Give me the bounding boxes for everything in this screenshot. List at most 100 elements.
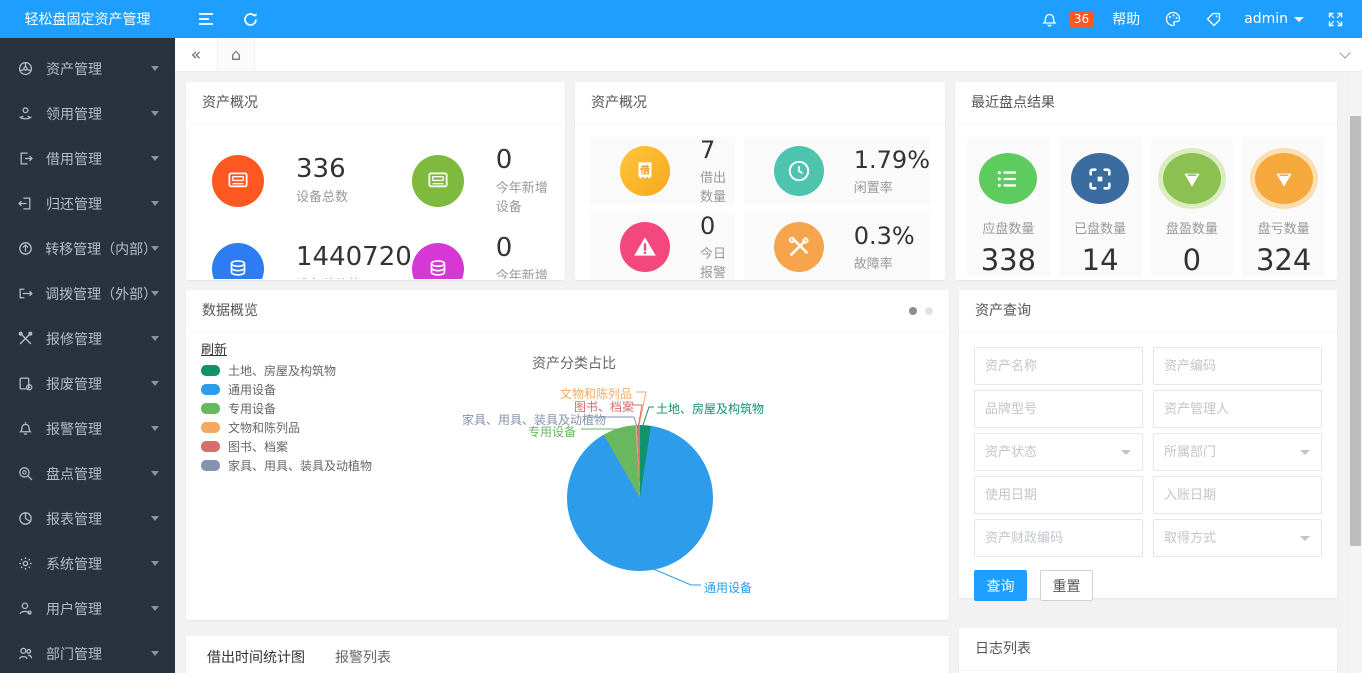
chevron-down-icon (151, 606, 159, 611)
legend-item[interactable]: 图书、档案 (201, 437, 372, 456)
sidebar-item-borrow-mgmt[interactable]: 借用管理 (0, 136, 175, 181)
sidebar-item-report-mgmt[interactable]: 报表管理 (0, 496, 175, 541)
stat-total-devices: 336设备总数 (212, 137, 412, 225)
coins-icon (412, 243, 464, 279)
carousel-dot-2[interactable] (925, 307, 933, 315)
field-asset-name (974, 347, 1143, 385)
stat-label: 故障率 (854, 253, 915, 272)
stat-label: 今日报警 (700, 243, 735, 281)
tag-icon[interactable] (1198, 0, 1228, 38)
fiscal-code-input[interactable] (974, 519, 1143, 557)
asset-code-input[interactable] (1153, 347, 1322, 385)
sidebar-item-repair-mgmt[interactable]: 报修管理 (0, 316, 175, 361)
stat-label: 盘盈数量 (1166, 218, 1218, 237)
pie-chart[interactable] (567, 425, 713, 571)
sidebar-item-transfer-mgmt[interactable]: 转移管理（内部） (0, 226, 175, 271)
sidebar-item-label: 归还管理 (46, 194, 102, 214)
stat-value: 0.3% (854, 222, 915, 250)
department-select[interactable] (1153, 433, 1322, 471)
field-use-date (974, 476, 1143, 514)
bell-icon[interactable] (1035, 0, 1065, 38)
transfer-icon (18, 241, 33, 257)
brand-model-input[interactable] (974, 390, 1143, 428)
pie-label: 土地、房屋及构筑物 (656, 400, 764, 417)
reset-button[interactable]: 重置 (1040, 570, 1093, 601)
stat-label: 借出数量 (700, 167, 735, 205)
sidebar-item-scrap-mgmt[interactable]: 报废管理 (0, 361, 175, 406)
legend-swatch (201, 384, 220, 395)
sidebar-item-label: 报修管理 (46, 329, 102, 349)
tab-alarm-list[interactable]: 报警列表 (320, 636, 406, 673)
menu-collapse-icon[interactable] (191, 0, 221, 38)
asset-manager-input[interactable] (1153, 390, 1322, 428)
legend-item[interactable]: 通用设备 (201, 380, 372, 399)
card-title: 资产概况 (202, 82, 258, 124)
help-link[interactable]: 帮助 (1104, 9, 1148, 29)
sidebar-item-allocate-mgmt[interactable]: 调拨管理（外部） (0, 271, 175, 316)
sidebar-item-department-mgmt[interactable]: 部门管理 (0, 631, 175, 673)
scrap-icon (18, 376, 34, 392)
carousel-dot-1[interactable] (909, 307, 917, 315)
pie-label: 通用设备 (704, 579, 752, 596)
home-tab[interactable]: ⌂ (217, 38, 255, 71)
vertical-scrollbar[interactable] (1349, 72, 1362, 673)
theme-palette-icon[interactable] (1158, 0, 1188, 38)
repair-icon (18, 331, 34, 347)
device-icon (412, 155, 464, 207)
pie-label: 专用设备 (528, 423, 576, 440)
chevron-down-icon (151, 426, 159, 431)
sidebar-item-asset-mgmt[interactable]: 资产管理 (0, 46, 175, 91)
tools-icon (774, 222, 824, 272)
fullscreen-icon[interactable] (1320, 0, 1350, 38)
legend-item[interactable]: 文物和陈列品 (201, 418, 372, 437)
sidebar-item-label: 部门管理 (46, 644, 102, 664)
sidebar-item-alarm-mgmt[interactable]: 报警管理 (0, 406, 175, 451)
tabs-more-button[interactable] (1328, 38, 1362, 71)
legend-item[interactable]: 家具、用具、装具及动植物 (201, 456, 372, 475)
sidebar-item-return-mgmt[interactable]: 归还管理 (0, 181, 175, 226)
entry-date-input[interactable] (1153, 476, 1322, 514)
alarm-icon (18, 421, 34, 437)
notification-badge[interactable]: 36 (1069, 11, 1094, 27)
asset-name-input[interactable] (974, 347, 1143, 385)
field-fiscal-code (974, 519, 1143, 557)
sidebar-item-receive-mgmt[interactable]: 领用管理 (0, 91, 175, 136)
scrollbar-thumb[interactable] (1350, 116, 1361, 546)
user-icon (18, 601, 34, 617)
refresh-icon[interactable] (235, 0, 265, 38)
log-list-card: 日志列表 (959, 628, 1337, 673)
gem-icon (1255, 153, 1313, 204)
legend-swatch (201, 403, 220, 414)
legend-item[interactable]: 土地、房屋及构筑物 (201, 361, 372, 380)
stat-total-value: 1440720设备总价值 (212, 225, 412, 279)
use-date-input[interactable] (974, 476, 1143, 514)
hand-receive-icon (18, 106, 34, 122)
coins-icon (212, 243, 264, 279)
acquire-method-select[interactable] (1153, 519, 1322, 557)
sidebar-item-label: 用户管理 (46, 599, 102, 619)
stat-value: 336 (296, 154, 348, 184)
tabs-collapse-button[interactable]: « (175, 38, 217, 71)
sidebar-item-label: 转移管理（内部） (45, 239, 151, 259)
card-title: 数据概览 (202, 290, 258, 332)
sidebar-item-system-mgmt[interactable]: 系统管理 (0, 541, 175, 586)
tabbar: « ⌂ (175, 38, 1362, 72)
legend-swatch (201, 365, 220, 376)
alert-triangle-icon (620, 222, 670, 272)
search-button[interactable]: 查询 (974, 570, 1027, 601)
legend-item[interactable]: 专用设备 (201, 399, 372, 418)
stat-surplus: 盘盈数量 0 (1151, 137, 1234, 277)
tab-lend-time-chart[interactable]: 借出时间统计图 (192, 636, 320, 673)
stat-today-alarms: 0今日报警 (590, 213, 735, 280)
stat-expected-count: 应盘数量 338 (967, 137, 1050, 277)
sidebar-item-user-mgmt[interactable]: 用户管理 (0, 586, 175, 631)
stat-label: 闲置率 (854, 177, 930, 196)
stat-value: 0 (496, 233, 555, 263)
user-menu[interactable]: admin (1238, 11, 1310, 27)
sidebar-item-label: 报表管理 (46, 509, 102, 529)
refresh-link[interactable]: 刷新 (201, 339, 227, 358)
sidebar-item-inventory-mgmt[interactable]: 盘点管理 (0, 451, 175, 496)
asset-status-select[interactable] (974, 433, 1143, 471)
sidebar-item-label: 领用管理 (46, 104, 102, 124)
sidebar-item-label: 系统管理 (46, 554, 102, 574)
